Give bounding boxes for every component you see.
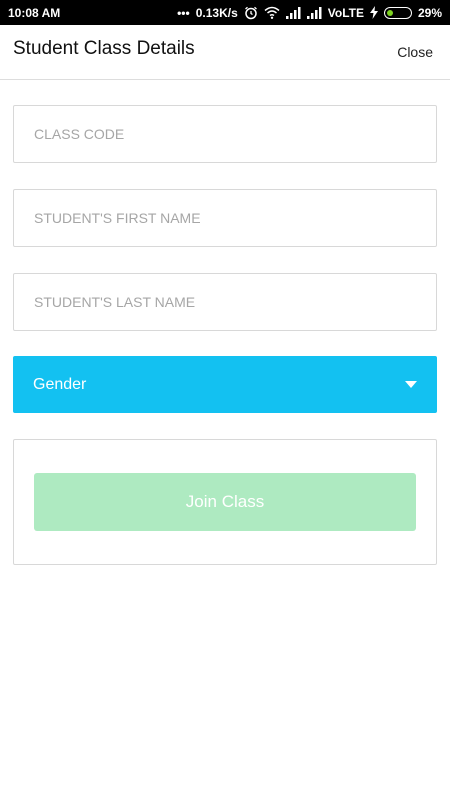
last-name-field[interactable]	[13, 273, 437, 331]
join-card: Join Class	[13, 439, 437, 565]
carrier-label: VoLTE	[327, 5, 364, 20]
join-class-button[interactable]: Join Class	[34, 473, 416, 531]
status-icons: ••• 0.13K/s VoLTE 29%	[177, 6, 442, 20]
status-time: 10:08 AM	[8, 5, 61, 20]
dots-icon: •••	[177, 5, 190, 20]
first-name-field[interactable]	[13, 189, 437, 247]
charging-icon	[369, 6, 378, 19]
battery-percent: 29%	[417, 5, 442, 20]
first-name-input[interactable]	[14, 190, 436, 246]
wifi-icon	[264, 6, 280, 19]
gender-select[interactable]: Gender	[13, 356, 437, 413]
network-speed: 0.13K/s	[195, 5, 238, 20]
status-bar: 10:08 AM ••• 0.13K/s VoLTE 29%	[0, 0, 450, 25]
class-code-input[interactable]	[14, 106, 436, 162]
alarm-icon	[244, 6, 258, 20]
battery-icon	[383, 6, 412, 19]
signal-icon	[306, 6, 322, 19]
class-code-field[interactable]	[13, 105, 437, 163]
last-name-input[interactable]	[14, 274, 436, 330]
app-bar: Student Class Details Close	[0, 25, 450, 80]
signal-icon	[285, 6, 301, 19]
battery-fill	[386, 9, 393, 16]
gender-label: Gender	[33, 375, 87, 393]
page-title: Student Class Details	[13, 38, 195, 59]
close-button[interactable]: Close	[397, 44, 433, 60]
chevron-down-icon	[405, 381, 417, 388]
